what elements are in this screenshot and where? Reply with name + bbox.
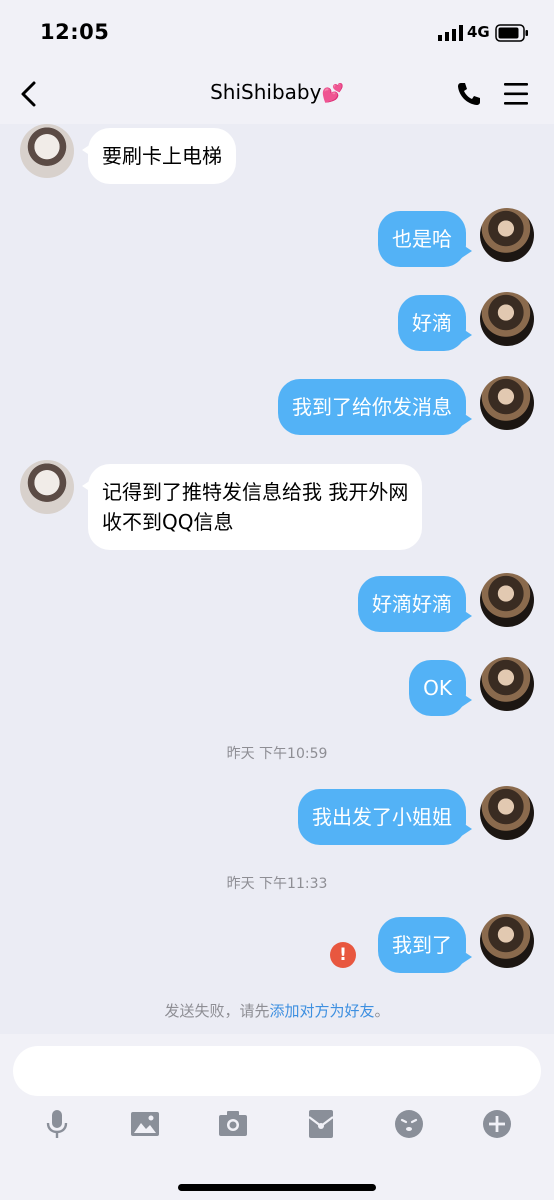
message-bubble-outgoing[interactable]: 好滴 xyxy=(398,295,472,351)
plus-icon[interactable] xyxy=(481,1108,513,1140)
message-bubble-outgoing[interactable]: 我到了 xyxy=(378,917,472,973)
my-avatar[interactable] xyxy=(480,376,534,430)
signal-icon xyxy=(438,25,463,41)
message-bubble-outgoing[interactable]: 我到了给你发消息 xyxy=(278,379,472,435)
my-avatar[interactable] xyxy=(480,292,534,346)
status-bar: 12:05 4G xyxy=(0,0,554,64)
message-bubble-outgoing[interactable]: OK xyxy=(409,660,472,716)
message-timestamp: 昨天 下午10:59 xyxy=(226,746,328,762)
my-avatar[interactable] xyxy=(480,786,534,840)
menu-icon[interactable] xyxy=(502,81,530,107)
my-avatar[interactable] xyxy=(480,914,534,968)
peer-avatar[interactable] xyxy=(20,460,74,514)
emoji-icon[interactable] xyxy=(393,1108,425,1140)
message-bubble-outgoing[interactable]: 也是哈 xyxy=(378,211,472,267)
peer-avatar[interactable] xyxy=(20,124,74,178)
message-bubble-outgoing[interactable]: 好滴好滴 xyxy=(358,576,472,632)
red-packet-icon[interactable] xyxy=(305,1108,337,1140)
fail-notice-suffix: 。 xyxy=(374,1002,390,1020)
message-bubble-incoming[interactable]: 记得到了推特发信息给我 我开外网 收不到QQ信息 xyxy=(81,464,423,550)
message-text-line: 记得到了推特发信息给我 我开外网 xyxy=(102,480,409,504)
message-text-line: 收不到QQ信息 xyxy=(102,510,234,534)
microphone-icon[interactable] xyxy=(41,1108,73,1140)
heart-emoji: 💕 xyxy=(321,83,344,104)
battery-icon xyxy=(495,24,528,42)
chat-header: ShiShibaby💕 xyxy=(0,64,554,124)
camera-icon[interactable] xyxy=(217,1108,249,1140)
message-bubble-outgoing[interactable]: 我出发了小姐姐 xyxy=(298,789,472,845)
back-button[interactable] xyxy=(14,78,46,110)
my-avatar[interactable] xyxy=(480,657,534,711)
send-failed-notice: 发送失败，请先添加对方为好友。 xyxy=(0,1000,554,1021)
contact-name: ShiShibaby xyxy=(210,80,322,104)
my-avatar[interactable] xyxy=(480,208,534,262)
contact-title[interactable]: ShiShibaby💕 xyxy=(120,80,434,104)
message-timestamp: 昨天 下午11:33 xyxy=(226,876,328,892)
network-label: 4G xyxy=(467,23,490,41)
add-friend-link[interactable]: 添加对方为好友 xyxy=(269,1002,374,1020)
message-input[interactable] xyxy=(13,1046,541,1096)
home-indicator[interactable] xyxy=(178,1184,376,1191)
input-bar xyxy=(0,1034,554,1200)
message-bubble-incoming[interactable]: 要刷卡上电梯 xyxy=(82,128,236,184)
my-avatar[interactable] xyxy=(480,573,534,627)
send-failed-icon[interactable]: ! xyxy=(330,942,356,968)
image-icon[interactable] xyxy=(129,1108,161,1140)
message-list[interactable]: 要刷卡上电梯 也是哈 好滴 我到了给你发消息 记得到了推特发信息给我 我开外网 … xyxy=(0,124,554,1034)
status-time: 12:05 xyxy=(40,20,110,44)
fail-notice-text: 发送失败，请先 xyxy=(164,1002,270,1020)
phone-call-button[interactable] xyxy=(455,80,483,108)
